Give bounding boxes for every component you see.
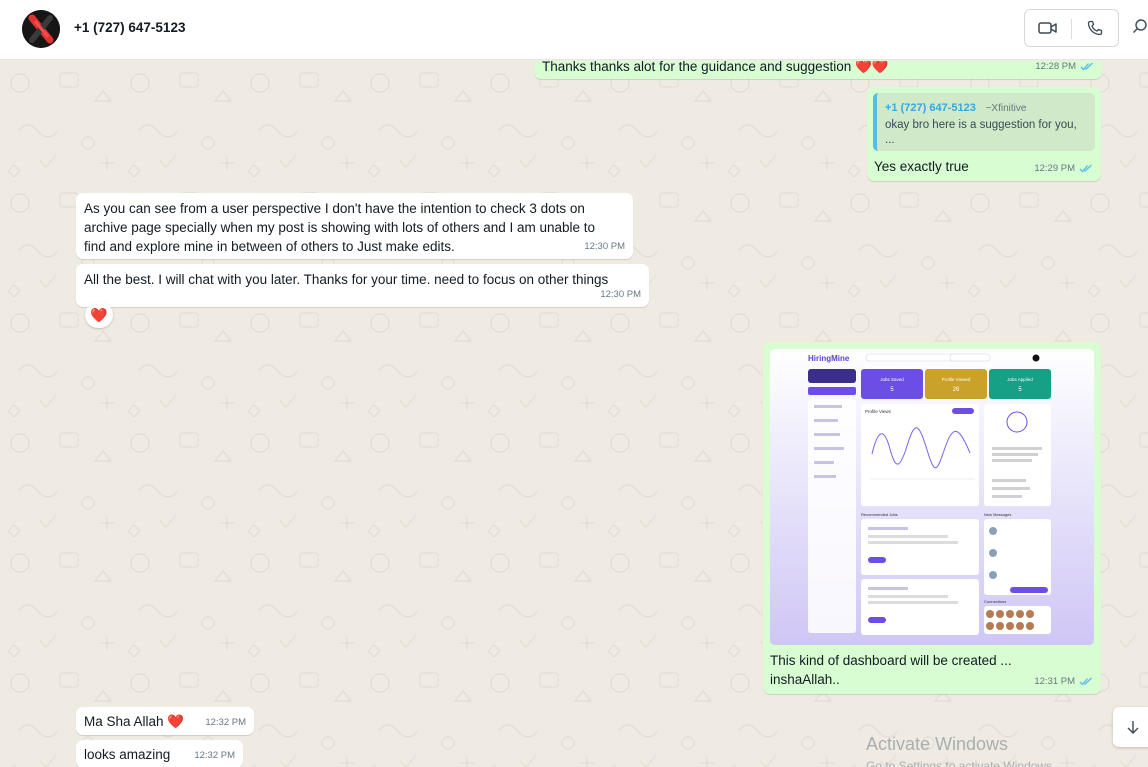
dashboard-brand: HiringMine [808, 354, 850, 363]
video-call-icon [1038, 22, 1057, 34]
message-meta: 12:32 PM [205, 713, 246, 732]
scroll-to-bottom-button[interactable] [1113, 707, 1148, 747]
stat-label: Jobs Saved [880, 377, 904, 382]
message-text: Thanks thanks alot for the guidance and … [542, 61, 889, 74]
message-bubble-outgoing-reply[interactable]: +1 (727) 647-5123 ~Xfinitive okay bro he… [867, 87, 1101, 181]
video-call-button[interactable] [1025, 10, 1071, 46]
message-text: Yes exactly true [874, 159, 969, 174]
voice-call-button[interactable] [1072, 10, 1118, 46]
panel-title: Profile Views [865, 409, 892, 414]
chat-area[interactable]: Thanks thanks alot for the guidance and … [0, 61, 1148, 767]
message-bubble-incoming[interactable]: Ma Sha Allah ❤️ 12:32 PM [76, 707, 254, 735]
message-reaction[interactable]: ❤️ [85, 302, 113, 328]
dashboard-preview-image: HiringMine Jobs Saved Profile Viewed Job… [770, 349, 1094, 645]
message-text: As you can see from a user perspective I… [84, 201, 599, 254]
message-time: 12:32 PM [194, 750, 235, 761]
quoted-author-nickname: ~Xfinitive [985, 103, 1027, 114]
quoted-message[interactable]: +1 (727) 647-5123 ~Xfinitive okay bro he… [873, 93, 1095, 151]
message-meta: 12:29 PM [1034, 159, 1093, 178]
read-ticks-icon [1079, 677, 1092, 686]
quoted-text: okay bro here is a suggestion for you, .… [885, 119, 1077, 146]
message-meta: 12:30 PM [584, 237, 625, 256]
message-meta: 12:30 PM [600, 285, 641, 304]
phone-icon [1087, 20, 1103, 36]
stat-label: Profile Viewed [942, 377, 971, 382]
avatar-x-logo-icon [22, 10, 60, 48]
message-time: 12:31 PM [1034, 676, 1075, 687]
message-time: 12:28 PM [1035, 61, 1076, 72]
message-time: 12:30 PM [600, 289, 641, 300]
message-bubble-incoming[interactable]: All the best. I will chat with you later… [76, 264, 649, 307]
message-bubble-incoming[interactable]: looks amazing 12:32 PM [76, 740, 243, 767]
contact-name[interactable]: +1 (727) 647-5123 [74, 20, 185, 35]
watermark-subtitle: Go to Settings to activate Windows. [866, 759, 1056, 767]
quoted-author: +1 (727) 647-5123 [885, 102, 976, 114]
message-meta: 12:32 PM [194, 746, 235, 765]
reaction-heart: ❤️ [90, 306, 108, 323]
message-time: 12:30 PM [584, 241, 625, 252]
call-buttons-group [1024, 9, 1119, 47]
watermark-title: Activate Windows [866, 734, 1009, 754]
windows-activation-watermark: Activate Windows Go to Settings to activ… [866, 733, 1055, 767]
message-bubble-outgoing-image[interactable]: HiringMine Jobs Saved Profile Viewed Job… [763, 342, 1101, 694]
arrow-down-icon [1127, 721, 1139, 734]
panel-title: Connections [984, 599, 1006, 604]
message-meta: 12:28 PM [1035, 61, 1094, 76]
panel-title: New Messages [984, 512, 1011, 517]
message-bubble-outgoing[interactable]: Thanks thanks alot for the guidance and … [534, 61, 1102, 79]
chat-header: +1 (727) 647-5123 [0, 0, 1148, 60]
contact-avatar[interactable] [22, 10, 60, 48]
stat-label: Jobs Applied [1007, 377, 1033, 382]
stat-value: 26 [953, 387, 960, 393]
message-bubble-incoming[interactable]: As you can see from a user perspective I… [76, 193, 633, 259]
panel-title: Recommended Jobs [861, 512, 898, 517]
dashboard-image[interactable]: HiringMine Jobs Saved Profile Viewed Job… [770, 349, 1094, 645]
message-text: Ma Sha Allah ❤️ [84, 714, 185, 729]
message-text: All the best. I will chat with you later… [84, 272, 609, 287]
read-ticks-icon [1080, 62, 1093, 71]
message-time: 12:29 PM [1034, 163, 1075, 174]
read-ticks-icon [1079, 164, 1092, 173]
message-time: 12:32 PM [205, 717, 246, 728]
message-text: looks amazing [84, 747, 171, 762]
search-icon [1133, 19, 1147, 33]
message-meta: 12:31 PM [1034, 672, 1093, 691]
message-text: This kind of dashboard will be created .… [770, 653, 1016, 687]
search-button[interactable] [1132, 18, 1148, 42]
